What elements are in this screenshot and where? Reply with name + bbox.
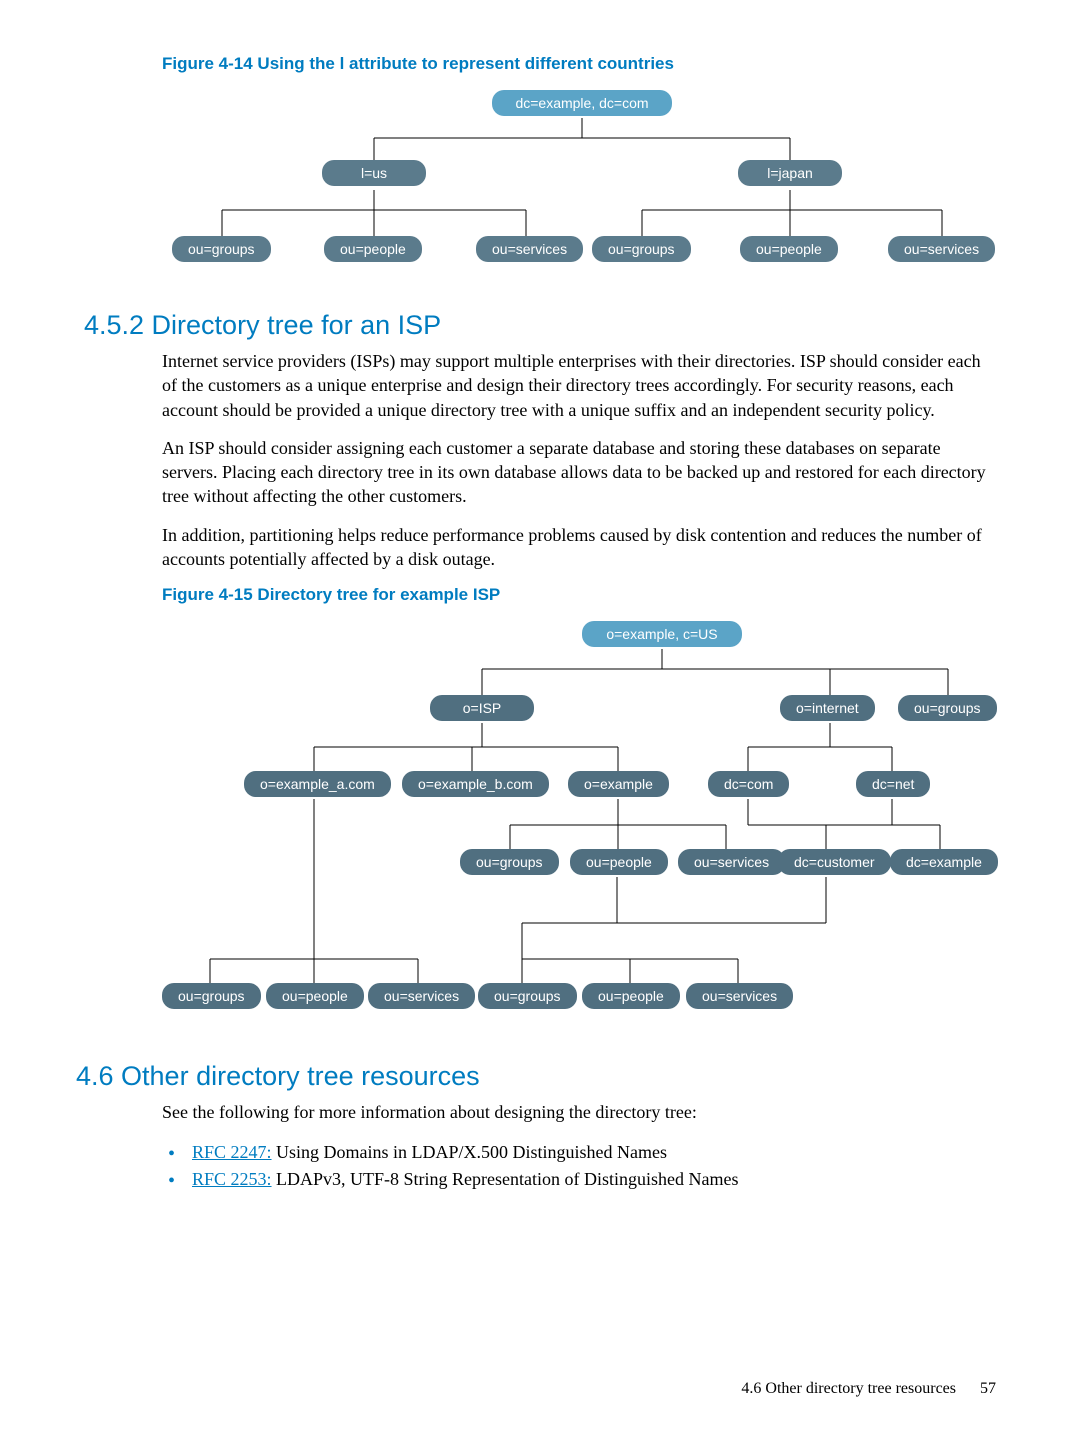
figure-4-14-caption: Figure 4-14 Using the l attribute to rep… — [162, 54, 996, 74]
list-item-text: Using Domains in LDAP/X.500 Distinguishe… — [272, 1142, 668, 1162]
figure-4-15: o=example, c=US o=ISP o=internet ou=grou… — [162, 619, 1002, 1039]
node-l-japan: l=japan — [738, 160, 842, 186]
page-footer: 4.6 Other directory tree resources 57 — [741, 1380, 996, 1398]
node-leaf: ou=people — [582, 983, 680, 1009]
paragraph: An ISP should consider assigning each cu… — [162, 436, 996, 509]
node-example-a: o=example_a.com — [244, 771, 391, 797]
list-item: RFC 2247: Using Domains in LDAP/X.500 Di… — [192, 1139, 996, 1166]
list-item: RFC 2253: LDAPv3, UTF-8 String Represent… — [192, 1166, 996, 1193]
paragraph: In addition, partitioning helps reduce p… — [162, 523, 996, 572]
node-example-b: o=example_b.com — [402, 771, 549, 797]
node-root: dc=example, dc=com — [492, 90, 672, 116]
bullet-list: RFC 2247: Using Domains in LDAP/X.500 Di… — [162, 1139, 996, 1193]
node-dc-example: dc=example — [890, 849, 998, 875]
list-item-text: LDAPv3, UTF-8 String Representation of D… — [272, 1169, 739, 1189]
link-rfc-2253[interactable]: RFC 2253: — [192, 1169, 272, 1189]
node-leaf: ou=groups — [162, 983, 261, 1009]
node-leaf: ou=people — [266, 983, 364, 1009]
footer-section: 4.6 Other directory tree resources — [741, 1380, 956, 1397]
heading-4-6: 4.6 Other directory tree resources — [76, 1061, 996, 1092]
node-o-isp: o=ISP — [430, 695, 534, 721]
node-leaf: ou=services — [368, 983, 475, 1009]
node-ou-groups: ou=groups — [898, 695, 997, 721]
node-leaf: ou=services — [686, 983, 793, 1009]
page-number: 57 — [980, 1380, 996, 1397]
node-dc-com: dc=com — [708, 771, 789, 797]
node-leaf: ou=people — [324, 236, 422, 262]
node-l-us: l=us — [322, 160, 426, 186]
heading-4-5-2: 4.5.2 Directory tree for an ISP — [84, 310, 996, 341]
paragraph: See the following for more information a… — [162, 1100, 996, 1124]
node-dc-net: dc=net — [856, 771, 930, 797]
node-leaf: ou=services — [888, 236, 995, 262]
link-rfc-2247[interactable]: RFC 2247: — [192, 1142, 272, 1162]
node-leaf: ou=groups — [592, 236, 691, 262]
node-o-internet: o=internet — [780, 695, 875, 721]
figure-4-14: dc=example, dc=com l=us l=japan ou=group… — [162, 88, 1002, 288]
node-ou-groups: ou=groups — [460, 849, 559, 875]
node-ou-people: ou=people — [570, 849, 668, 875]
node-dc-customer: dc=customer — [778, 849, 891, 875]
node-root: o=example, c=US — [582, 621, 742, 647]
node-o-example: o=example — [568, 771, 669, 797]
node-leaf: ou=services — [476, 236, 583, 262]
node-leaf: ou=groups — [478, 983, 577, 1009]
node-ou-services: ou=services — [678, 849, 785, 875]
node-leaf: ou=groups — [172, 236, 271, 262]
node-leaf: ou=people — [740, 236, 838, 262]
figure-4-15-caption: Figure 4-15 Directory tree for example I… — [162, 585, 996, 605]
paragraph: Internet service providers (ISPs) may su… — [162, 349, 996, 422]
